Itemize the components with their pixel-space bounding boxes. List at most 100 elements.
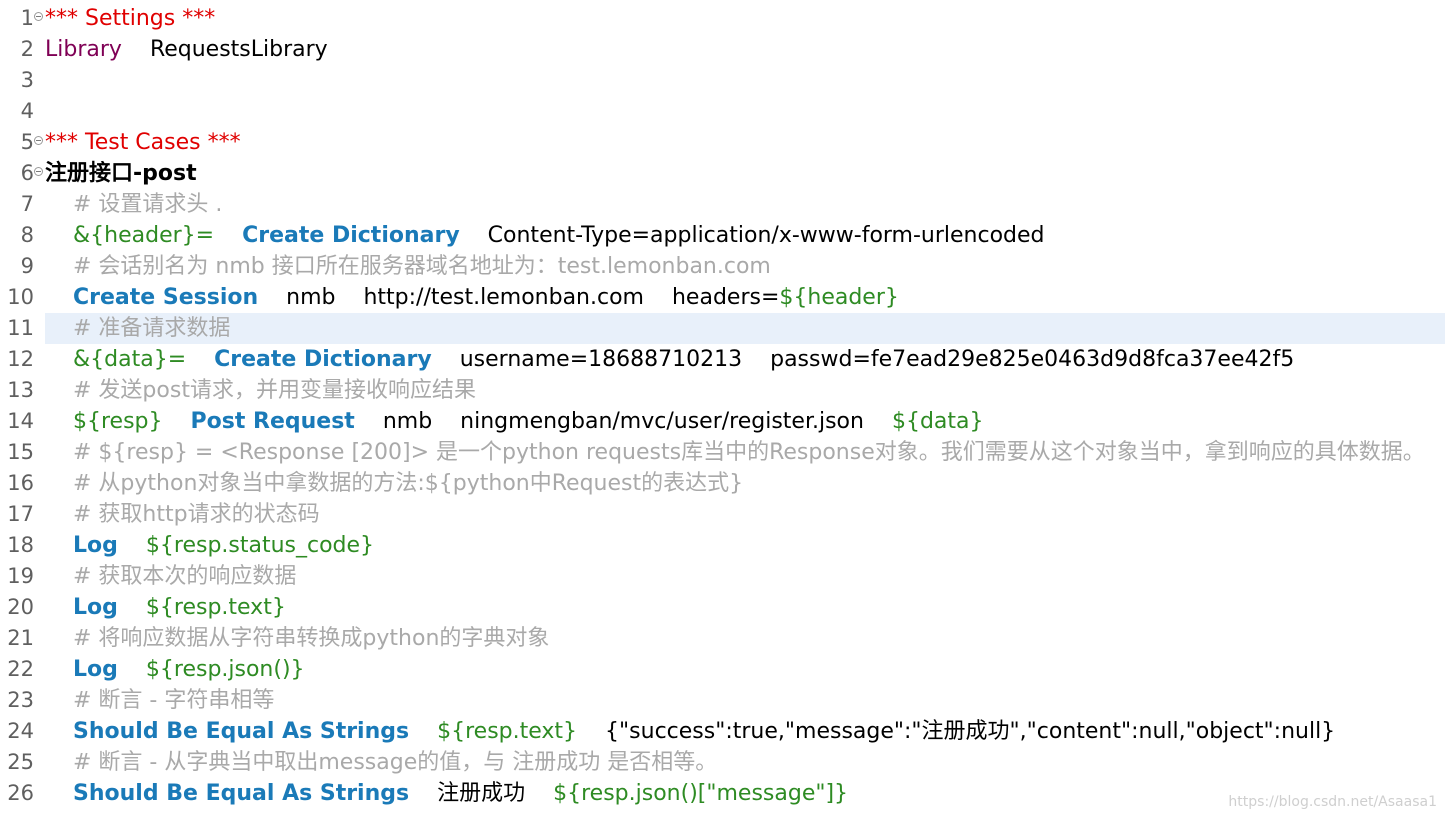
- variable: ${resp.json()}: [145, 657, 305, 682]
- code-line[interactable]: 11 # 准备请求数据: [0, 313, 1445, 344]
- setting-name: Library: [45, 37, 122, 62]
- line-number: 5: [20, 130, 34, 154]
- code-line[interactable]: 3: [0, 65, 1445, 96]
- code-line[interactable]: 22 Log ${resp.json()}: [0, 654, 1445, 685]
- code-text[interactable]: # 设置请求头 .: [45, 189, 1445, 220]
- line-number: 13: [7, 378, 34, 402]
- code-line[interactable]: 5 *** Test Cases ***: [0, 127, 1445, 158]
- code-text[interactable]: # 发送post请求，并用变量接收响应结果: [45, 375, 1445, 406]
- comment: # 准备请求数据: [73, 316, 231, 341]
- variable: &{header}=: [73, 223, 215, 248]
- code-line[interactable]: 6 注册接口-post: [0, 158, 1445, 189]
- code-text[interactable]: # 会话别名为 nmb 接口所在服务器域名地址为：test.lemonban.c…: [45, 251, 1445, 282]
- fold-toggle-icon[interactable]: [34, 167, 43, 176]
- keyword: Should Be Equal As Strings: [73, 781, 410, 806]
- code-text[interactable]: Log ${resp.status_code}: [45, 530, 1445, 561]
- line-number: 26: [7, 781, 34, 805]
- comment: # 从python对象当中拿数据的方法:${python中Request的表达式…: [73, 471, 744, 496]
- argument: Content-Type=application/x-www-form-urle…: [487, 223, 1045, 248]
- comment: # 获取http请求的状态码: [73, 502, 320, 527]
- code-line[interactable]: 9 # 会话别名为 nmb 接口所在服务器域名地址为：test.lemonban.…: [0, 251, 1445, 282]
- code-text[interactable]: # 断言 - 从字典当中取出message的值，与 注册成功 是否相等。: [45, 747, 1445, 778]
- line-number: 20: [7, 595, 34, 619]
- code-line[interactable]: 14 ${resp} Post Request nmb ningmengban/mvc/…: [0, 406, 1445, 437]
- code-line[interactable]: 7 # 设置请求头 .: [0, 189, 1445, 220]
- code-text[interactable]: # 断言 - 字符串相等: [45, 685, 1445, 716]
- variable: ${resp}: [73, 409, 163, 434]
- line-number: 25: [7, 750, 34, 774]
- line-number: 24: [7, 719, 34, 743]
- code-line[interactable]: 17 # 获取http请求的状态码: [0, 499, 1445, 530]
- comment: # 获取本次的响应数据: [73, 564, 297, 589]
- code-text[interactable]: Library RequestsLibrary: [45, 34, 1445, 65]
- comment: # 将响应数据从字符串转换成python的字典对象: [73, 626, 550, 651]
- comment: # 断言 - 从字典当中取出message的值，与 注册成功 是否相等。: [73, 750, 718, 775]
- code-line[interactable]: 1 *** Settings ***: [0, 3, 1445, 34]
- code-text[interactable]: [45, 96, 1445, 127]
- code-text[interactable]: Log ${resp.json()}: [45, 654, 1445, 685]
- code-text[interactable]: # 从python对象当中拿数据的方法:${python中Request的表达式…: [45, 468, 1445, 499]
- code-text[interactable]: Should Be Equal As Strings ${resp.text} {"…: [45, 716, 1445, 747]
- keyword: Create Dictionary: [214, 347, 432, 372]
- variable: ${resp.json()["message"]}: [553, 781, 849, 806]
- code-line[interactable]: 10 Create Session nmb http://test.lemonban.…: [0, 282, 1445, 313]
- code-line[interactable]: 23 # 断言 - 字符串相等: [0, 685, 1445, 716]
- argument: nmb: [382, 409, 433, 434]
- code-text[interactable]: &{data}= Create Dictionary username=186887…: [45, 344, 1445, 375]
- code-line[interactable]: 4: [0, 96, 1445, 127]
- argument: headers=: [671, 285, 780, 310]
- line-number: 14: [7, 409, 34, 433]
- comment: # 发送post请求，并用变量接收响应结果: [73, 378, 476, 403]
- code-line[interactable]: 18 Log ${resp.status_code}: [0, 530, 1445, 561]
- section-header: *** Test Cases ***: [45, 130, 241, 155]
- variable: ${data}: [891, 409, 984, 434]
- fold-toggle-icon[interactable]: [34, 136, 43, 145]
- code-text[interactable]: Log ${resp.text}: [45, 592, 1445, 623]
- code-text[interactable]: [45, 65, 1445, 96]
- code-text[interactable]: # 准备请求数据: [45, 313, 1445, 344]
- keyword: Create Dictionary: [242, 223, 460, 248]
- line-number: 9: [20, 254, 34, 278]
- line-number: 18: [7, 533, 34, 557]
- argument: passwd=fe7ead29e825e0463d9d8fca37ee42f5: [770, 347, 1295, 372]
- code-text[interactable]: Create Session nmb http://test.lemonban.co…: [45, 282, 1445, 313]
- code-line[interactable]: 25 # 断言 - 从字典当中取出message的值，与 注册成功 是否相等。: [0, 747, 1445, 778]
- keyword: Log: [73, 533, 118, 558]
- code-line[interactable]: 16 # 从python对象当中拿数据的方法:${python中Request的表…: [0, 468, 1445, 499]
- fold-toggle-icon[interactable]: [34, 12, 43, 21]
- code-line[interactable]: 20 Log ${resp.text}: [0, 592, 1445, 623]
- code-line[interactable]: 21 # 将响应数据从字符串转换成python的字典对象: [0, 623, 1445, 654]
- variable: &{data}=: [73, 347, 187, 372]
- code-editor[interactable]: 1 *** Settings *** 2 Library RequestsLibrary…: [0, 0, 1445, 816]
- code-line[interactable]: 19 # 获取本次的响应数据: [0, 561, 1445, 592]
- line-number: 3: [20, 68, 34, 92]
- code-text[interactable]: # ${resp} = <Response [200]> 是一个python r…: [45, 437, 1445, 468]
- line-number: 23: [7, 688, 34, 712]
- code-line[interactable]: 8 &{header}= Create Dictionary Content-Type…: [0, 220, 1445, 251]
- section-header: *** Settings ***: [45, 6, 216, 31]
- code-text[interactable]: # 获取本次的响应数据: [45, 561, 1445, 592]
- code-text[interactable]: ${resp} Post Request nmb ningmengban/mvc/us…: [45, 406, 1445, 437]
- variable: ${resp.status_code}: [145, 533, 375, 558]
- code-text[interactable]: 注册接口-post: [45, 158, 1445, 189]
- argument: username=18688710213: [459, 347, 743, 372]
- comment: # 会话别名为 nmb 接口所在服务器域名地址为：test.lemonban.c…: [73, 254, 771, 279]
- keyword: Post Request: [190, 409, 355, 434]
- keyword: Create Session: [73, 285, 259, 310]
- code-line[interactable]: 15 # ${resp} = <Response [200]> 是一个python…: [0, 437, 1445, 468]
- line-number: 22: [7, 657, 34, 681]
- code-text[interactable]: *** Test Cases ***: [45, 127, 1445, 158]
- code-text[interactable]: # 获取http请求的状态码: [45, 499, 1445, 530]
- line-number: 16: [7, 471, 34, 495]
- code-text[interactable]: *** Settings ***: [45, 3, 1445, 34]
- code-line[interactable]: 2 Library RequestsLibrary: [0, 34, 1445, 65]
- comment: # 断言 - 字符串相等: [73, 688, 275, 713]
- code-text[interactable]: # 将响应数据从字符串转换成python的字典对象: [45, 623, 1445, 654]
- code-text[interactable]: &{header}= Create Dictionary Content-Type=…: [45, 220, 1445, 251]
- line-number: 11: [7, 316, 34, 340]
- code-line[interactable]: 13 # 发送post请求，并用变量接收响应结果: [0, 375, 1445, 406]
- argument: ningmengban/mvc/user/register.json: [460, 409, 864, 434]
- code-line[interactable]: 24 Should Be Equal As Strings ${resp.text}…: [0, 716, 1445, 747]
- variable: ${resp.text}: [437, 719, 578, 744]
- code-line[interactable]: 12 &{data}= Create Dictionary username=1868…: [0, 344, 1445, 375]
